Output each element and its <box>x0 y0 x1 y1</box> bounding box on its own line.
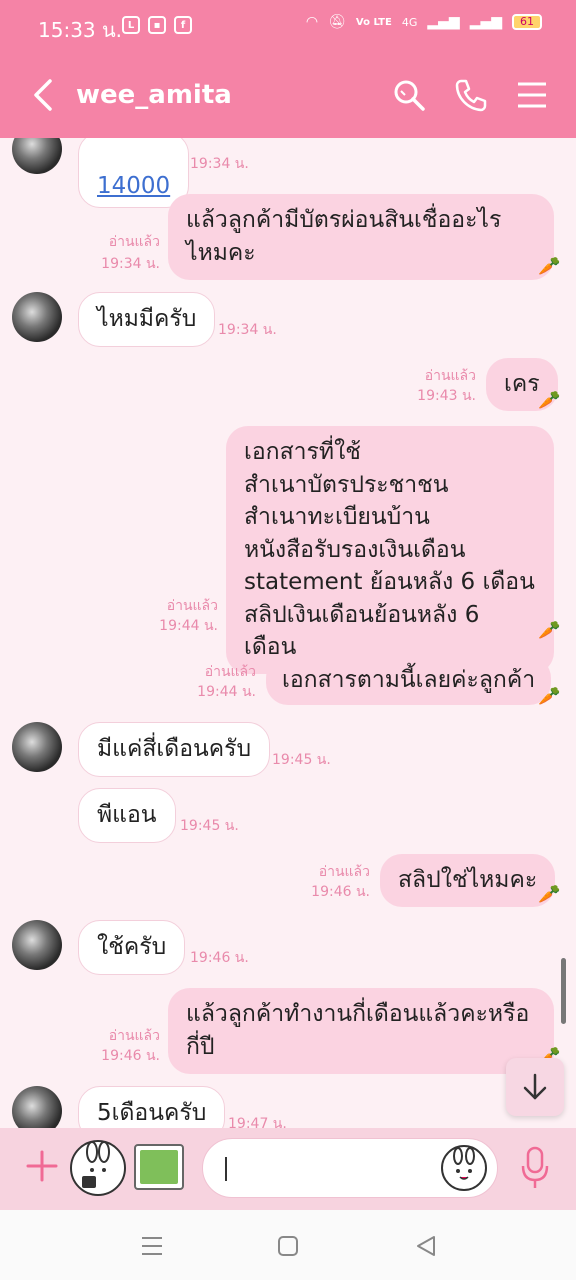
arrow-down-icon <box>523 1073 547 1100</box>
carrot-icon: 🥕 <box>538 884 561 905</box>
message-time: 19:45 น. <box>272 752 331 768</box>
message-time: 19:34 น. <box>101 256 160 272</box>
back-arrow-icon[interactable] <box>30 78 58 112</box>
message-time: 19:43 น. <box>417 388 476 404</box>
home-icon[interactable] <box>274 1232 302 1260</box>
recent-apps-icon[interactable] <box>138 1232 166 1260</box>
message-bubble-incoming[interactable]: มีแค่สี่เดือนครับ <box>78 722 271 777</box>
text-cursor <box>225 1157 227 1181</box>
message-bubble-incoming[interactable]: ใช้ครับ <box>78 920 186 975</box>
avatar[interactable] <box>12 1086 62 1128</box>
scrollbar-thumb[interactable] <box>561 958 566 1024</box>
carrot-icon: 🥕 <box>538 256 561 277</box>
read-receipt: อ่านแล้ว <box>424 368 476 384</box>
mic-icon[interactable] <box>520 1146 550 1190</box>
avatar[interactable] <box>12 138 62 174</box>
message-bubble-incoming[interactable]: ไหมมีครับ <box>78 292 216 347</box>
message-bubble-outgoing[interactable]: แล้วลูกค้ามีบัตรผ่อนสินเชื่ออะไร ไหมคะ <box>168 194 554 280</box>
message-bubble-incoming[interactable]: พีแอน <box>78 788 176 843</box>
read-receipt: อ่านแล้ว <box>108 1028 160 1044</box>
message-time: 19:46 น. <box>190 950 249 966</box>
message-time: 19:44 น. <box>197 684 256 700</box>
carrot-icon: 🥕 <box>538 390 561 411</box>
network-label: 4G <box>401 15 418 29</box>
message-time: 19:34 น. <box>190 156 249 172</box>
facebook-icon: f <box>174 16 192 34</box>
game-icon: ▪ <box>148 16 166 34</box>
signal-icon-2: ▂▄▆ <box>469 14 502 30</box>
system-nav-bar <box>0 1210 576 1280</box>
chat-header: wee_amita <box>0 52 576 138</box>
phone-icon[interactable] <box>454 78 488 112</box>
chat-messages[interactable]: 14000 19:34 น. อ่านแล้ว 19:34 น. แล้วลูก… <box>0 138 576 1128</box>
line-app-icon: L <box>122 16 140 34</box>
avatar[interactable] <box>12 292 62 342</box>
message-time: 19:45 น. <box>180 818 239 834</box>
search-icon[interactable] <box>392 78 426 112</box>
battery-icon: 61 <box>512 14 542 30</box>
image-icon[interactable] <box>134 1144 184 1190</box>
menu-icon[interactable] <box>515 78 549 112</box>
message-link[interactable]: 14000 <box>97 173 170 199</box>
emoji-icon[interactable] <box>441 1145 487 1191</box>
avatar[interactable] <box>12 920 62 970</box>
message-input[interactable] <box>202 1138 498 1198</box>
read-receipt: อ่านแล้ว <box>318 864 370 880</box>
volte-icon: Vo LTE <box>355 16 392 28</box>
message-time: 19:46 น. <box>101 1048 160 1064</box>
message-bubble-outgoing[interactable]: เอกสารที่ใช้ สำเนาบัตรประชาชน สำเนาทะเบี… <box>226 426 554 674</box>
status-time: 15:33 น. <box>38 18 123 42</box>
input-bar <box>0 1128 576 1210</box>
chat-title: wee_amita <box>76 80 232 110</box>
read-receipt: อ่านแล้ว <box>108 234 160 250</box>
signal-icon: ▂▄▆ <box>427 14 460 30</box>
message-time: 19:44 น. <box>159 618 218 634</box>
carrot-icon: 🥕 <box>538 686 561 707</box>
read-receipt: อ่านแล้ว <box>166 598 218 614</box>
avatar[interactable] <box>12 722 62 772</box>
message-bubble-incoming[interactable]: 14000 <box>78 138 190 208</box>
message-time: 19:34 น. <box>218 322 277 338</box>
message-bubble-outgoing[interactable]: แล้วลูกค้าทำงานกี่เดือนแล้วคะหรือ กี่ปี <box>168 988 554 1074</box>
mute-icon: 🔕︎ <box>328 14 346 30</box>
headphones-icon: ◠ <box>305 14 319 30</box>
status-bar: 15:33 น. L ▪ f ◠ 🔕︎ Vo LTE 4G ▂▄▆ ▂▄▆ 61 <box>0 0 576 52</box>
message-time: 19:46 น. <box>311 884 370 900</box>
message-bubble-outgoing[interactable]: เอกสารตามนี้เลยค่ะลูกค้า <box>266 656 552 705</box>
sticker-icon[interactable] <box>70 1140 126 1196</box>
carrot-icon: 🥕 <box>538 620 561 641</box>
message-time: 19:47 น. <box>228 1116 287 1128</box>
plus-icon[interactable] <box>22 1146 62 1186</box>
message-bubble-incoming[interactable]: 5เดือนครับ <box>78 1086 226 1128</box>
scroll-down-button[interactable] <box>506 1058 564 1116</box>
back-icon[interactable] <box>412 1232 440 1260</box>
message-bubble-outgoing[interactable]: สลิปใช่ไหมคะ <box>380 854 556 907</box>
read-receipt: อ่านแล้ว <box>204 664 256 680</box>
